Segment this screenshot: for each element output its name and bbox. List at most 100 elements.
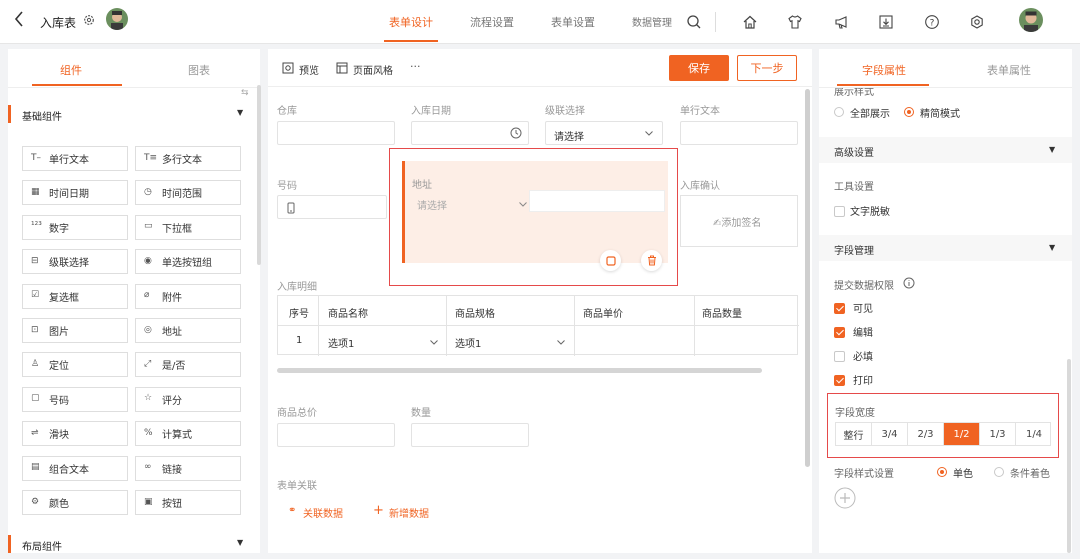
tab-charts[interactable]: 图表 bbox=[188, 62, 210, 78]
component-item[interactable]: ☑ 复选框 bbox=[22, 283, 128, 309]
add-data-button[interactable]: 新增数据 bbox=[389, 505, 429, 520]
preview-button[interactable]: 预览 bbox=[299, 62, 319, 77]
add-style-button[interactable] bbox=[834, 487, 856, 509]
component-item[interactable]: ⊟ 级联选择 bbox=[22, 249, 128, 275]
shirt-icon[interactable] bbox=[784, 11, 806, 33]
component-item[interactable]: T≡ 多行文本 bbox=[135, 146, 241, 171]
col-divider bbox=[574, 296, 575, 356]
component-item[interactable]: ▤ 组合文本 bbox=[22, 455, 128, 481]
help-icon[interactable]: ? bbox=[921, 11, 943, 33]
component-item[interactable]: ◎ 地址 bbox=[135, 318, 241, 343]
component-item[interactable]: ⊡ 图片 bbox=[22, 318, 128, 343]
width-option[interactable]: 2/3 bbox=[908, 423, 944, 445]
avatar[interactable] bbox=[106, 8, 128, 30]
advanced-settings-header[interactable]: 高级设置 ▼ bbox=[819, 137, 1072, 163]
component-item[interactable]: ▭ 下拉框 bbox=[135, 214, 241, 240]
component-item[interactable]: ⇌ 滑块 bbox=[22, 421, 128, 447]
radio-all[interactable] bbox=[834, 105, 844, 118]
permission-checkbox[interactable] bbox=[834, 373, 845, 386]
nav-form-design[interactable]: 表单设计 bbox=[389, 14, 433, 30]
megaphone-icon[interactable] bbox=[831, 11, 853, 33]
table-cell-name[interactable]: 选项1 bbox=[328, 335, 354, 350]
page-style-button[interactable]: 页面风格 bbox=[353, 62, 393, 77]
field-management-header[interactable]: 字段管理 ▼ bbox=[819, 235, 1072, 261]
permission-checkbox[interactable] bbox=[834, 301, 845, 314]
scrollbar[interactable] bbox=[257, 85, 261, 265]
chevron-left-icon[interactable] bbox=[14, 11, 30, 31]
single-text-input[interactable] bbox=[680, 121, 798, 145]
tab-form-properties[interactable]: 表单属性 bbox=[987, 62, 1031, 78]
save-button[interactable]: 保存 bbox=[669, 55, 729, 81]
width-option[interactable]: 3/4 bbox=[872, 423, 908, 445]
permission-checkbox[interactable] bbox=[834, 349, 845, 362]
collapse-icon[interactable]: ⇆ bbox=[241, 88, 249, 98]
component-item[interactable]: ◉ 单选按钮组 bbox=[135, 249, 241, 275]
col-divider bbox=[318, 296, 319, 356]
total-price-input[interactable] bbox=[277, 423, 395, 447]
component-panel: 组件 图表 ⇆ 基础组件 ▼ T– 单行文本 T≡ 多行文本 ▦ 时间日期 ◷ 时间范围 ¹²³… bbox=[8, 49, 261, 553]
nav-data-management[interactable]: 数据管理 bbox=[632, 14, 672, 29]
address-field-card[interactable]: 地址 请选择 bbox=[402, 161, 668, 271]
preview-icon[interactable] bbox=[282, 62, 294, 74]
next-step-button[interactable]: 下一步 bbox=[737, 55, 797, 81]
width-option[interactable]: 1/4 bbox=[1016, 423, 1052, 445]
user-avatar[interactable] bbox=[1019, 8, 1043, 32]
component-item[interactable]: ▣ 按钮 bbox=[135, 490, 241, 515]
gear-icon[interactable] bbox=[83, 14, 95, 26]
form-canvas: 预览 页面风格 ··· 保存 下一步 仓库 入库日期 级联选择 请选择 单行文本… bbox=[268, 49, 812, 553]
address-detail-input[interactable] bbox=[529, 190, 665, 212]
in-date-input[interactable] bbox=[411, 121, 529, 145]
signature-box[interactable]: ✍添加签名 bbox=[680, 195, 798, 247]
component-item[interactable]: ♙ 定位 bbox=[22, 352, 128, 378]
desensitize-checkbox[interactable] bbox=[834, 204, 845, 217]
scrollbar[interactable] bbox=[1067, 359, 1071, 553]
component-item[interactable]: T– 单行文本 bbox=[22, 146, 128, 171]
quantity-input[interactable] bbox=[411, 423, 529, 447]
radio-condition-color[interactable] bbox=[994, 465, 1004, 478]
radio-compact[interactable] bbox=[904, 105, 914, 118]
settings-icon[interactable] bbox=[966, 11, 988, 33]
number-input[interactable] bbox=[277, 195, 387, 219]
component-item[interactable]: ⚙ 颜色 bbox=[22, 490, 128, 515]
component-item[interactable]: ¹²³ 数字 bbox=[22, 214, 128, 240]
more-button[interactable]: ··· bbox=[410, 60, 421, 73]
table-cell-spec[interactable]: 选项1 bbox=[455, 335, 481, 350]
component-item[interactable]: ⌀ 附件 bbox=[135, 283, 241, 309]
section-layout-components[interactable]: 布局组件 ▼ bbox=[8, 535, 260, 553]
info-icon[interactable] bbox=[903, 277, 915, 289]
link-data-button[interactable]: 关联数据 bbox=[303, 505, 343, 520]
top-bar: 入库表 表单设计 流程设置 表单设置 数据管理 ? bbox=[0, 0, 1080, 44]
cascade-select[interactable]: 请选择 bbox=[545, 121, 663, 145]
tab-components[interactable]: 组件 bbox=[60, 62, 82, 78]
component-icon: ⊡ bbox=[31, 324, 39, 335]
selected-field-highlight[interactable]: 地址 请选择 bbox=[389, 148, 678, 286]
width-option[interactable]: 整行 bbox=[836, 423, 872, 445]
tab-field-properties[interactable]: 字段属性 bbox=[862, 62, 906, 78]
address-select[interactable]: 请选择 bbox=[412, 193, 534, 215]
width-option[interactable]: 1/3 bbox=[980, 423, 1016, 445]
warehouse-input[interactable] bbox=[277, 121, 395, 145]
component-item[interactable]: ∞ 链接 bbox=[135, 455, 241, 481]
field-width-segmented: 整行 3/4 2/3 1/2 1/3 1/4 bbox=[835, 422, 1051, 446]
permission-checkbox[interactable] bbox=[834, 325, 845, 338]
component-item[interactable]: % 计算式 bbox=[135, 421, 241, 447]
search-icon[interactable] bbox=[683, 11, 705, 33]
page-style-icon[interactable] bbox=[336, 62, 348, 74]
table-scrollbar[interactable] bbox=[277, 368, 762, 373]
component-item[interactable]: ⤢ 是/否 bbox=[135, 352, 241, 378]
component-item[interactable]: ◷ 时间范围 bbox=[135, 180, 241, 206]
component-item[interactable]: ▢ 号码 bbox=[22, 386, 128, 412]
copy-button[interactable] bbox=[600, 250, 621, 271]
radio-single-color[interactable] bbox=[937, 465, 947, 478]
download-icon[interactable] bbox=[875, 11, 897, 33]
nav-flow-settings[interactable]: 流程设置 bbox=[470, 14, 514, 30]
delete-button[interactable] bbox=[641, 250, 662, 271]
canvas-scrollbar[interactable] bbox=[805, 89, 810, 467]
component-item[interactable]: ☆ 评分 bbox=[135, 386, 241, 412]
nav-form-settings[interactable]: 表单设置 bbox=[551, 14, 595, 30]
permission-label: 必填 bbox=[853, 352, 873, 363]
component-item[interactable]: ▦ 时间日期 bbox=[22, 180, 128, 206]
home-icon[interactable] bbox=[739, 11, 761, 33]
width-option[interactable]: 1/2 bbox=[944, 423, 980, 445]
section-basic-components[interactable]: 基础组件 ▼ bbox=[8, 105, 260, 123]
